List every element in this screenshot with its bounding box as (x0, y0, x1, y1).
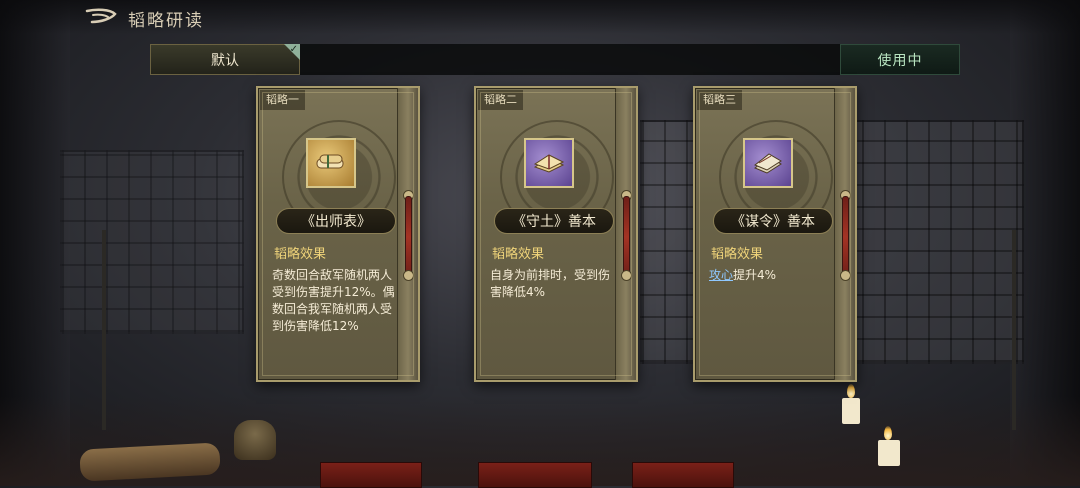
checkmark-icon: ✓ (289, 44, 298, 55)
gold-scroll-icon (306, 138, 356, 188)
preset-tab-bar: 默认 ✓ 使用中 (150, 44, 960, 75)
rail-bar (623, 196, 630, 278)
candle-flame (847, 384, 855, 398)
effect-highlight-link[interactable]: 攻心 (709, 268, 733, 282)
book-icon (533, 154, 565, 173)
strategy-card-2[interactable]: 韬略二 《守土》善本 韬略效果 自身为前排时，受到伤害降低4% (474, 86, 638, 382)
rail-knob (403, 270, 414, 281)
effect-text: 奇数回合敌军随机两人受到伤害提升12%。偶数回合我军随机两人受到伤害降低12% (272, 268, 395, 333)
in-use-status: 使用中 (840, 44, 960, 75)
card-rail (834, 88, 855, 380)
book-prop (320, 462, 422, 488)
card-rail (615, 88, 636, 380)
top-bar: 韬略研读 (0, 0, 1080, 34)
rail-bar (405, 196, 412, 278)
rail-knob (621, 270, 632, 281)
strategy-card-1[interactable]: 韬略一 《出师表》 韬略效果 奇数回合敌军随机两人受到伤害提升12%。偶数回合我… (256, 86, 420, 382)
card-tag: 韬略一 (260, 90, 305, 110)
candle (878, 440, 900, 466)
lattice-window-left (60, 150, 244, 334)
effect-text: 自身为前排时，受到伤害降低4% (490, 268, 611, 299)
card-name: 《守土》善本 (494, 208, 614, 234)
card-name: 《谋令》善本 (713, 208, 833, 234)
rail-knob (840, 270, 851, 281)
back-arrow-icon[interactable] (84, 6, 118, 28)
effect-text-rest: 提升4% (733, 268, 777, 282)
effect-label: 韬略效果 (711, 247, 764, 262)
effect-text: 攻心提升4% (709, 267, 833, 284)
card-rail (397, 88, 418, 380)
card-name: 《出师表》 (276, 208, 396, 234)
book-prop (632, 462, 734, 488)
rail-bar (842, 196, 849, 278)
tab-default[interactable]: 默认 ✓ (150, 44, 300, 75)
strategy-card-3[interactable]: 韬略三 《谋令》善本 韬略效果 攻心提升4% (693, 86, 857, 382)
candelabra-right (1012, 230, 1016, 430)
book-icon (754, 153, 782, 174)
candle (842, 398, 860, 424)
tab-default-label: 默认 (211, 52, 239, 69)
purple-book-icon (743, 138, 793, 188)
effect-label: 韬略效果 (492, 247, 545, 262)
card-tag: 韬略三 (697, 90, 742, 110)
incense-burner (234, 420, 276, 460)
gold-book-icon (524, 138, 574, 188)
candelabra-left (102, 230, 106, 430)
in-use-label: 使用中 (877, 52, 923, 69)
scroll-icon (316, 154, 344, 169)
effect-label: 韬略效果 (274, 247, 327, 262)
book-prop (478, 462, 592, 488)
candle-flame (884, 426, 892, 440)
card-tag: 韬略二 (478, 90, 523, 110)
page-title: 韬略研读 (128, 11, 204, 31)
